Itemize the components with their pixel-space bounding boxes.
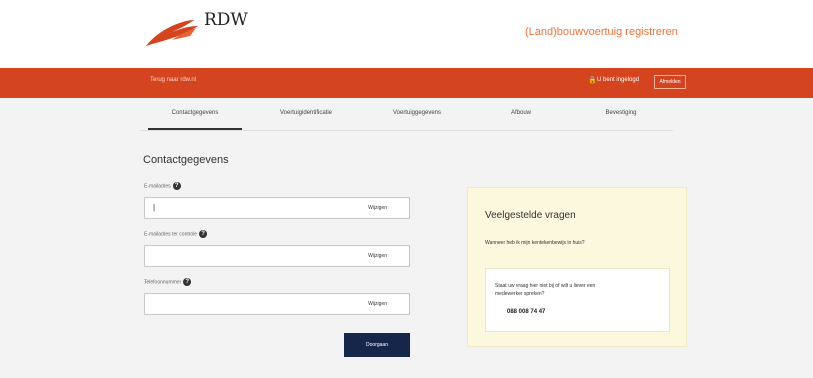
email-confirm-label: E-mailadres ter controle? [144, 230, 208, 238]
email-confirm-field[interactable]: Wijzigen [144, 245, 410, 267]
step-tabs: Contactgegevens Voertuigidentificatie Vo… [140, 100, 673, 130]
phone-number[interactable]: 088 008 74 47 [507, 309, 545, 315]
tab-afbouw[interactable]: Afbouw [480, 110, 562, 116]
question-mark-icon[interactable]: ? [172, 182, 181, 190]
faq-question-link[interactable]: Wanneer heb ik mijn kentekenbewijs in hu… [485, 240, 585, 246]
header: RDW (Land)bouwvoertuig registreren [0, 0, 813, 68]
faq-title: Veelgestelde vragen [485, 210, 576, 221]
tab-bevestiging[interactable]: Bevestiging [580, 110, 662, 116]
contact-card: Staat uw vraag hier niet bij of wilt u l… [485, 268, 670, 332]
email-label-text: E-mailadres [144, 183, 171, 190]
lock-icon: 🔒 [588, 77, 597, 84]
question-mark-icon[interactable]: ? [183, 278, 192, 286]
email-field[interactable]: | Wijzigen [144, 197, 410, 219]
site-title: (Land)bouwvoertuig registreren [525, 26, 678, 38]
continue-button[interactable]: Doorgaan [344, 333, 410, 357]
faq-panel: Veelgestelde vragen Wanneer heb ik mijn … [467, 187, 687, 347]
question-mark-icon[interactable]: ? [199, 230, 208, 238]
phone-label-text: Telefoonnummer [144, 279, 182, 286]
back-to-rdw-link[interactable]: Terug naar rdw.nl [150, 77, 196, 83]
contact-text-line2: medewerker spreken? [495, 291, 545, 297]
tab-contactgegevens[interactable]: Contactgegevens [148, 110, 242, 116]
email-value: | [153, 203, 156, 212]
tab-voertuigidentificatie[interactable]: Voertuigidentificatie [258, 110, 354, 116]
phone-label: Telefoonnummer? [144, 278, 192, 286]
tabs-divider [140, 130, 673, 131]
contact-text-line1: Staat uw vraag hier niet bij of wilt u l… [495, 283, 596, 289]
tab-voertuiggegevens[interactable]: Voertuiggegevens [372, 110, 462, 116]
form-title: Contactgegevens [143, 154, 229, 166]
email-confirm-label-text: E-mailadres ter controle [144, 231, 198, 238]
phone-field[interactable]: Wijzigen [144, 293, 410, 315]
email-confirm-edit-button[interactable]: Wijzigen [368, 253, 387, 259]
email-edit-button[interactable]: Wijzigen [368, 205, 387, 211]
phone-edit-button[interactable]: Wijzigen [368, 301, 387, 307]
top-nav-bar: Terug naar rdw.nl 🔒 U bent ingelogd Afme… [0, 68, 813, 98]
login-status: U bent ingelogd [597, 77, 640, 83]
email-label: E-mailadres? [144, 182, 181, 190]
logo-text: RDW [204, 10, 248, 30]
logout-button[interactable]: Afmelden [654, 75, 686, 89]
